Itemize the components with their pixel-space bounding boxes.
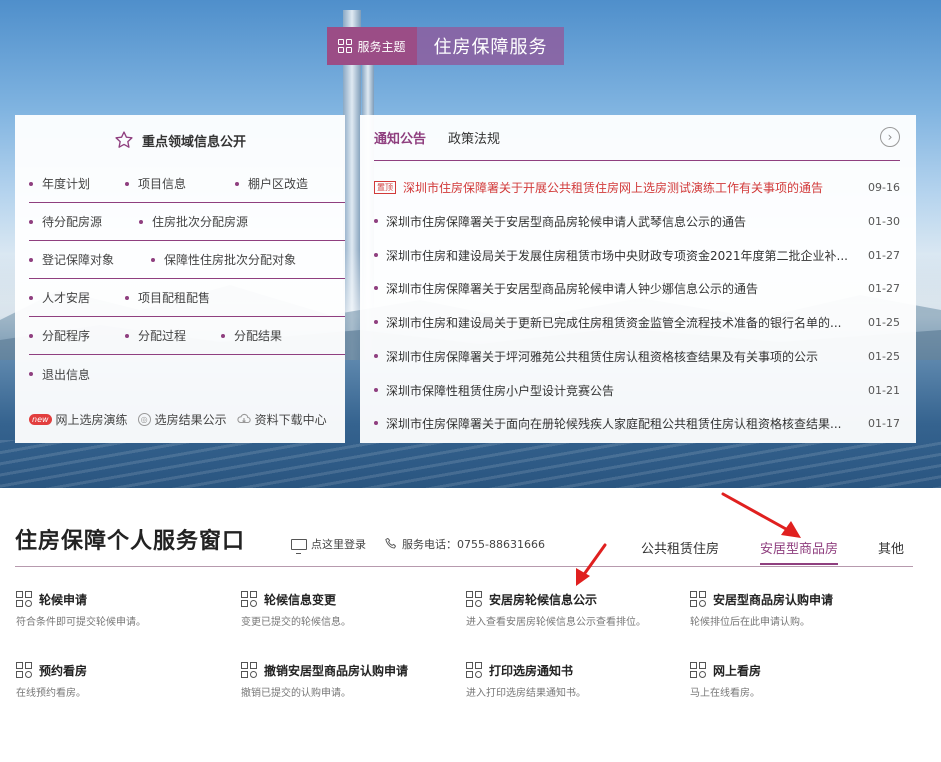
news-item[interactable]: 深圳市住房和建设局关于发展住房租赁市场中央财政专项资金2021年度第二批企业补.…	[374, 245, 900, 265]
service-phone: 服务电话：0755-88631666	[384, 536, 545, 552]
link-shantytown[interactable]: 棚户区改造	[235, 175, 308, 192]
more-arrow-icon[interactable]: ›	[880, 127, 900, 147]
link-row: 年度计划 项目信息 棚户区改造	[29, 165, 345, 203]
pinned-badge: 置顶	[374, 180, 396, 194]
new-badge: new	[29, 413, 52, 425]
theme-title: 住房保障服务	[417, 27, 564, 65]
service-waitlist-change[interactable]: 轮候信息变更 变更已提交的轮候信息。	[241, 589, 461, 628]
link-row: 登记保障对象 保障性住房批次分配对象	[29, 241, 345, 279]
link-project-info[interactable]: 项目信息	[125, 175, 235, 192]
monitor-icon	[291, 538, 307, 554]
tab-public-rental[interactable]: 公共租赁住房	[641, 538, 719, 557]
news-item[interactable]: 深圳市住房和建设局关于更新已完成住房租赁资金监管全流程技术准备的银行名单的...…	[374, 312, 900, 332]
service-print-notice[interactable]: 打印选房通知书 进入打印选房结果通知书。	[466, 660, 686, 699]
news-date: 09-16	[868, 180, 900, 194]
news-title: 深圳市住房保障署关于安居型商品房轮候申请人武琴信息公示的通告	[386, 214, 747, 229]
online-selection-drill[interactable]: new 网上选房演练	[29, 411, 128, 428]
water-waves	[0, 440, 941, 488]
grid-icon	[241, 591, 257, 607]
download-center-link[interactable]: 资料下载中心	[236, 411, 327, 428]
news-title: 深圳市住房保障署关于面向在册轮候残疾人家庭配租公共租赁住房认租资格核查结果...	[386, 416, 842, 431]
announcement-tabs: 通知公告 政策法规 ›	[374, 115, 900, 161]
service-window-title: 住房保障个人服务窗口	[15, 529, 246, 554]
service-waitlist-apply[interactable]: 轮候申请 符合条件即可提交轮候申请。	[16, 589, 236, 628]
news-title: 深圳市住房和建设局关于发展住房租赁市场中央财政专项资金2021年度第二批企业补.…	[386, 248, 848, 263]
news-date: 01-25	[868, 315, 900, 329]
news-item[interactable]: 深圳市住房保障署关于面向在册轮候残疾人家庭配租公共租赁住房认租资格核查结果...…	[374, 413, 900, 433]
link-exit-info[interactable]: 退出信息	[29, 366, 90, 383]
tab-policies[interactable]: 政策法规	[448, 128, 500, 147]
quick-links: new 网上选房演练 ◎ 选房结果公示 资料下载中心	[29, 405, 345, 433]
star-icon	[115, 131, 133, 148]
news-item[interactable]: 置顶 深圳市住房保障署关于开展公共租赁住房网上选房测试演练工作有关事项的通告 0…	[374, 177, 900, 197]
news-item[interactable]: 深圳市住房保障署关于安居型商品房轮候申请人钟少娜信息公示的通告 01-27	[374, 278, 900, 298]
service-cancel-purchase[interactable]: 撤销安居型商品房认购申请 撤销已提交的认购申请。	[241, 660, 461, 699]
link-annual-plan[interactable]: 年度计划	[29, 175, 125, 192]
news-date: 01-25	[868, 349, 900, 363]
theme-banner: 服务主题 住房保障服务	[327, 27, 564, 65]
service-online-viewing[interactable]: 网上看房 马上在线看房。	[690, 660, 910, 699]
link-row: 人才安居 项目配租配售	[29, 279, 345, 317]
key-info-header: 重点领域信息公开	[15, 115, 345, 165]
news-title: 深圳市保障性租赁住房小户型设计竞赛公告	[386, 383, 615, 398]
phone-icon	[385, 537, 396, 549]
service-book-viewing[interactable]: 预约看房 在线预约看房。	[16, 660, 236, 699]
tab-notices[interactable]: 通知公告	[374, 128, 426, 147]
link-pending-housing[interactable]: 待分配房源	[29, 213, 139, 230]
tab-other[interactable]: 其他	[878, 538, 904, 557]
link-row: 分配程序 分配过程 分配结果	[29, 317, 345, 355]
login-link[interactable]: 点这里登录	[291, 536, 366, 554]
link-batch-objects[interactable]: 保障性住房批次分配对象	[151, 251, 296, 268]
service-divider	[15, 566, 913, 567]
link-allocation-result[interactable]: 分配结果	[221, 327, 282, 344]
link-project-rent-sale[interactable]: 项目配租配售	[125, 289, 210, 306]
link-allocation-procedure[interactable]: 分配程序	[29, 327, 125, 344]
link-row: 退出信息	[29, 355, 345, 393]
annotation-arrow-icon	[576, 543, 607, 586]
key-info-panel: 重点领域信息公开 年度计划 项目信息 棚户区改造 待分配房源 住房批次分配房源 …	[15, 115, 345, 443]
news-item[interactable]: 深圳市保障性租赁住房小户型设计竞赛公告 01-21	[374, 380, 900, 400]
news-title: 深圳市住房保障署关于安居型商品房轮候申请人钟少娜信息公示的通告	[386, 281, 759, 296]
announcement-panel: 通知公告 政策法规 › 置顶 深圳市住房保障署关于开展公共租赁住房网上选房测试演…	[360, 115, 916, 443]
news-date: 01-17	[868, 416, 900, 430]
news-date: 01-30	[868, 214, 900, 228]
service-purchase-apply[interactable]: 安居型商品房认购申请 轮候排位后在此申请认购。	[690, 589, 910, 628]
link-batch-housing[interactable]: 住房批次分配房源	[139, 213, 248, 230]
theme-tag[interactable]: 服务主题	[327, 27, 417, 65]
link-talent-housing[interactable]: 人才安居	[29, 289, 125, 306]
grid-icon	[16, 662, 32, 678]
cloud-download-icon	[236, 413, 251, 424]
grid-icon	[16, 591, 32, 607]
grid-icon	[241, 662, 257, 678]
news-item[interactable]: 深圳市住房保障署关于坪河雅苑公共租赁住房认租资格核查结果及有关事项的公示 01-…	[374, 346, 900, 366]
tab-affordable-housing[interactable]: 安居型商品房	[760, 538, 839, 565]
link-registered-objects[interactable]: 登记保障对象	[29, 251, 151, 268]
news-date: 01-27	[868, 281, 900, 295]
service-waitlist-publicity[interactable]: 安居房轮候信息公示 进入查看安居房轮候信息公示查看排位。	[466, 589, 686, 628]
service-tabs: 公共租赁住房 安居型商品房 其他	[621, 520, 941, 566]
grid-icon	[338, 39, 353, 53]
key-info-title: 重点领域信息公开	[141, 134, 246, 150]
theme-tag-label: 服务主题	[357, 39, 406, 54]
news-title: 深圳市住房和建设局关于更新已完成住房租赁资金监管全流程技术准备的银行名单的...	[386, 315, 842, 330]
grid-icon	[690, 591, 706, 607]
news-title: 深圳市住房保障署关于坪河雅苑公共租赁住房认租资格核查结果及有关事项的公示	[386, 349, 819, 364]
grid-icon	[466, 591, 482, 607]
grid-icon	[690, 662, 706, 678]
link-allocation-process[interactable]: 分配过程	[125, 327, 221, 344]
news-date: 01-21	[868, 383, 900, 397]
news-date: 01-27	[868, 248, 900, 262]
news-item[interactable]: 深圳市住房保障署关于安居型商品房轮候申请人武琴信息公示的通告 01-30	[374, 211, 900, 231]
news-title: 深圳市住房保障署关于开展公共租赁住房网上选房测试演练工作有关事项的通告	[403, 180, 824, 195]
link-row: 待分配房源 住房批次分配房源	[29, 203, 345, 241]
seal-icon: ◎	[137, 412, 151, 426]
grid-icon	[466, 662, 482, 678]
selection-result-link[interactable]: ◎ 选房结果公示	[137, 411, 227, 428]
